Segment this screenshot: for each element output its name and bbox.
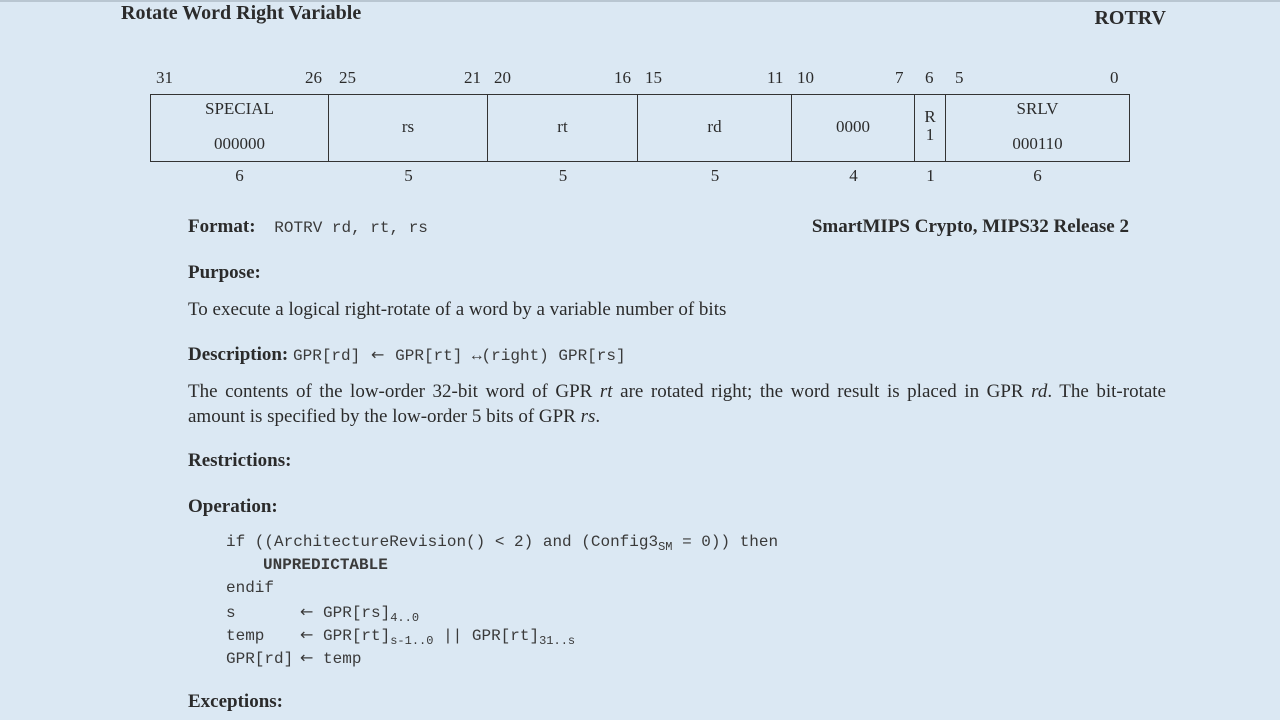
field-width: 6 xyxy=(235,166,244,185)
assign-arrow: ← xyxy=(370,345,385,364)
bit-number: 0 xyxy=(1110,68,1119,87)
code-text: = 0)) then xyxy=(672,533,779,551)
code-variable: temp xyxy=(226,627,265,645)
field-special: SPECIAL 000000 xyxy=(151,95,329,161)
field-width: 5 xyxy=(710,166,720,185)
bit-number: 6 xyxy=(925,68,934,87)
restrictions-label: Restrictions: xyxy=(188,450,292,471)
operation-label: Operation: xyxy=(188,496,278,517)
assign-arrow: ← xyxy=(300,625,314,644)
field-name: 0000 xyxy=(836,117,870,136)
field-width: 5 xyxy=(558,166,568,185)
desc-text-part: are rotated right; the word result is pl… xyxy=(612,381,1032,402)
operation-line-6: GPR[rd] ← temp xyxy=(226,648,361,668)
bit-number: 7 xyxy=(895,68,904,87)
format-label: Format: xyxy=(188,216,256,237)
description-section: Description: GPR[rd] ← GPR[rt] ↔(right) … xyxy=(188,344,626,366)
field-rs: rs xyxy=(329,95,488,161)
code-subscript: 4..0 xyxy=(390,611,420,625)
code-text: GPR[rt] xyxy=(323,627,391,645)
desc-text-part: The contents of the low-order 32-bit wor… xyxy=(188,381,600,402)
field-name: SPECIAL xyxy=(205,99,274,118)
register-rt: rt xyxy=(599,381,613,402)
bit-number: 11 xyxy=(767,68,784,87)
register-rs: rs xyxy=(580,406,596,427)
bit-number: 20 xyxy=(494,68,511,87)
bit-number: 21 xyxy=(464,68,481,87)
operation-line-1: if ((ArchitectureRevision() < 2) and (Co… xyxy=(226,533,778,554)
bit-number: 31 xyxy=(156,68,173,87)
code-subscript: SM xyxy=(658,540,673,554)
format-section: Format: ROTRV rd, rt, rs xyxy=(188,216,428,238)
code-text: GPR[rt] xyxy=(471,627,540,645)
field-width: 1 xyxy=(926,166,935,185)
code-text: GPR[rs] xyxy=(323,604,391,622)
operation-line-4: s ← GPR[rs]4..0 xyxy=(226,602,419,625)
code-keyword: UNPREDICTABLE xyxy=(263,556,388,574)
field-value: 1 xyxy=(925,125,935,144)
code-subscript: 31..s xyxy=(539,634,576,648)
register-rd: rd xyxy=(1031,381,1048,402)
bit-number: 26 xyxy=(305,68,322,87)
format-syntax: ROTRV rd, rt, rs xyxy=(274,219,428,237)
code-variable: GPR[rd] xyxy=(226,650,294,668)
assign-arrow: ← xyxy=(300,602,314,621)
desc-text-part: . xyxy=(595,406,601,427)
code-variable: s xyxy=(226,604,236,622)
purpose-text: To execute a logical right-rotate of a w… xyxy=(188,299,727,320)
bit-number: 16 xyxy=(614,68,631,87)
assign-arrow: ← xyxy=(300,648,314,667)
field-name: rs xyxy=(401,117,415,136)
field-srlv: SRLV 000110 xyxy=(946,95,1129,161)
concat-operator: || xyxy=(443,627,463,645)
description-label: Description: xyxy=(188,344,289,365)
bit-number: 5 xyxy=(955,68,964,87)
code-text: temp xyxy=(323,650,362,668)
operation-line-5: temp ← GPR[rt]s-1..0 || GPR[rt]31..s xyxy=(226,625,575,648)
field-width: 6 xyxy=(1033,166,1042,185)
bit-number: 15 xyxy=(645,68,662,87)
purpose-label: Purpose: xyxy=(188,262,261,283)
field-rt: rt xyxy=(488,95,638,161)
field-zero: 0000 xyxy=(792,95,915,161)
field-name: rd xyxy=(707,117,722,136)
description-text: The contents of the low-order 32-bit wor… xyxy=(188,379,1166,429)
code-subscript: s-1..0 xyxy=(390,634,434,648)
code-text: if ((ArchitectureRevision() < 2) and (Co… xyxy=(226,533,659,551)
field-r: R 1 xyxy=(915,95,946,161)
field-width: 4 xyxy=(849,166,858,185)
instruction-title: Rotate Word Right Variable xyxy=(121,2,362,24)
operation-line-2: UNPREDICTABLE xyxy=(263,556,388,574)
exceptions-label: Exceptions: xyxy=(188,691,283,712)
field-name: SRLV xyxy=(1016,99,1059,118)
field-name: R xyxy=(924,107,936,126)
field-width: 5 xyxy=(404,166,413,185)
description-formula-lhs: GPR[rd] xyxy=(293,347,361,365)
description-formula-op: GPR[rt] ↔(right) GPR[rs] xyxy=(395,347,626,365)
instruction-mnemonic: ROTRV xyxy=(1094,7,1166,29)
operation-line-3: endif xyxy=(226,579,275,597)
field-value: 000110 xyxy=(1012,134,1063,153)
field-rd: rd xyxy=(638,95,792,161)
bit-number: 10 xyxy=(797,68,814,87)
bit-number: 25 xyxy=(339,68,356,87)
field-value: 000000 xyxy=(214,134,265,153)
field-name: rt xyxy=(557,117,568,136)
encoding-table: SPECIAL 000000 rs rt rd 0000 R 1 SRLV 00… xyxy=(150,94,1130,162)
architecture-label: SmartMIPS Crypto, MIPS32 Release 2 xyxy=(811,216,1129,237)
